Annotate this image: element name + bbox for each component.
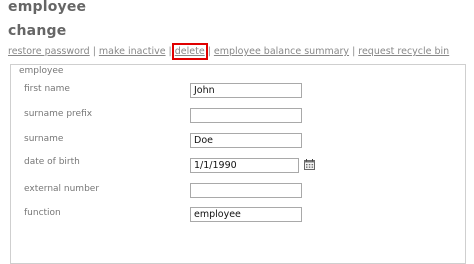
external-number-input[interactable] [190,183,302,198]
date-of-birth-label: date of birth [24,157,80,167]
make-inactive-link[interactable]: make inactive [99,46,166,57]
first-name-input[interactable]: John [190,83,302,98]
delete-link[interactable]: delete [171,43,208,60]
separator: | [92,46,96,57]
separator: | [168,46,172,57]
fieldset-legend: employee [16,66,67,76]
action-links: restore password | make inactive | delete | em… [8,43,449,60]
page-title: employee [8,0,87,15]
page-subtitle: change [8,23,67,39]
separator: | [352,46,356,57]
restore-password-link[interactable]: restore password [8,46,90,57]
surname-label: surname [24,134,64,144]
first-name-label: first name [24,84,70,94]
function-input[interactable]: employee [190,207,302,222]
calendar-icon[interactable] [304,159,315,170]
employee-balance-summary-link[interactable]: employee balance summary [214,46,349,57]
surname-prefix-label: surname prefix [24,109,93,119]
surname-input[interactable]: Doe [190,133,302,148]
date-of-birth-input[interactable]: 1/1/1990 [190,158,299,173]
function-label: function [24,208,61,218]
separator: | [207,46,211,57]
surname-prefix-input[interactable] [190,108,302,123]
external-number-label: external number [24,184,100,194]
request-recycle-bin-link[interactable]: request recycle bin [358,46,449,57]
